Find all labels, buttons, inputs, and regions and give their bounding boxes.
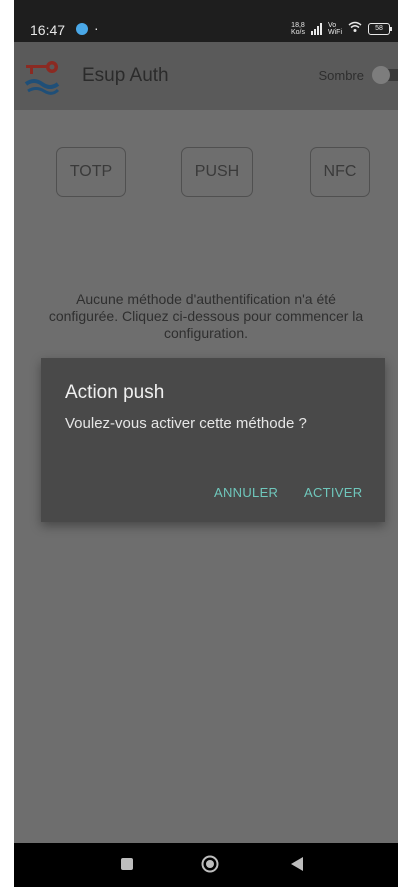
status-time: 16:47: [30, 22, 66, 38]
dialog-title: Action push: [65, 382, 165, 403]
wifi-icon: [348, 21, 362, 36]
battery-icon: 58: [368, 22, 392, 35]
push-activation-dialog: Action push Voulez-vous activer cette mé…: [41, 358, 385, 522]
app-title: Esup Auth: [82, 65, 169, 86]
vowifi-bottom: WiFi: [328, 28, 342, 36]
circle-icon[interactable]: [201, 855, 219, 873]
app-bar: Esup Auth Sombre: [14, 42, 398, 110]
blue-dot-icon: [76, 23, 88, 35]
dark-mode-toggle[interactable]: [372, 66, 398, 84]
nfc-button[interactable]: NFC: [310, 147, 370, 197]
dark-mode-label: Sombre: [318, 68, 364, 83]
status-icons: 18,8 Ko/s Vo WiFi 58: [291, 21, 392, 36]
toggle-thumb: [372, 66, 390, 84]
network-speed-unit: Ko/s: [290, 28, 305, 36]
dialog-message: Voulez-vous activer cette méthode ?: [65, 415, 307, 432]
status-bar: 16:47 · 18,8 Ko/s Vo WiFi 58: [14, 0, 398, 42]
phone-screen: 16:47 · 18,8 Ko/s Vo WiFi 58 Esup Auth S…: [14, 0, 398, 887]
network-speed-value: 18,8: [291, 21, 305, 29]
square-icon[interactable]: [121, 858, 133, 870]
key-wave-logo: [24, 61, 60, 95]
status-dot: ·: [94, 20, 99, 36]
activate-button[interactable]: ACTIVER: [304, 485, 362, 500]
signal-icon: [311, 22, 322, 35]
network-speed: 18,8 Ko/s: [291, 22, 305, 36]
navigation-bar: [14, 843, 398, 887]
empty-state-message: Aucune méthode d'authentification n'a ét…: [48, 291, 364, 341]
cancel-button[interactable]: ANNULER: [214, 485, 278, 500]
vowifi-top: Vo: [328, 21, 337, 29]
totp-button[interactable]: TOTP: [56, 147, 126, 197]
triangle-back-icon[interactable]: [290, 856, 304, 872]
vowifi-indicator: Vo WiFi: [328, 22, 342, 36]
push-button[interactable]: PUSH: [181, 147, 253, 197]
